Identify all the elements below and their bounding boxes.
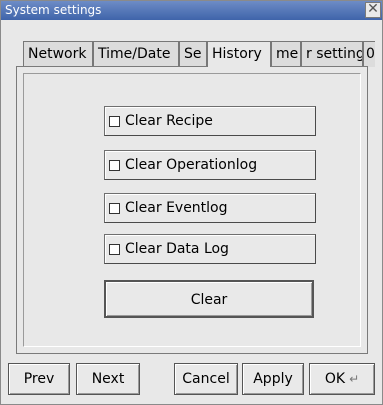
tab-0[interactable]: 0 (363, 41, 375, 67)
clear-recipe-checkbox[interactable]: Clear Recipe (104, 106, 316, 136)
checkbox-box[interactable] (109, 244, 120, 255)
tab-network[interactable]: Network (23, 41, 93, 67)
clear-operationlog-checkbox[interactable]: Clear Operationlog (104, 150, 316, 180)
checkbox-label: Clear Operationlog (125, 157, 258, 173)
tab-time-date[interactable]: Time/Date (93, 41, 179, 67)
apply-button[interactable]: Apply (242, 363, 304, 395)
prev-button[interactable]: Prev (8, 363, 70, 395)
tab-se[interactable]: Se (179, 41, 207, 67)
close-icon[interactable]: ✕ (365, 2, 381, 18)
history-panel: Clear Recipe Clear Operationlog Clear Ev… (16, 66, 368, 354)
window-title: System settings (5, 3, 102, 17)
checkbox-label: Clear Recipe (125, 113, 213, 129)
tab-bar: Network Time/Date Se History me r settin… (23, 41, 375, 67)
clear-datalog-checkbox[interactable]: Clear Data Log (104, 234, 316, 264)
tab-history[interactable]: History (207, 41, 271, 67)
clear-eventlog-checkbox[interactable]: Clear Eventlog (104, 193, 316, 223)
tab-r-setting[interactable]: r setting (301, 41, 363, 67)
ok-label: OK (324, 371, 346, 387)
checkbox-label: Clear Eventlog (125, 200, 228, 216)
ok-button[interactable]: OK ↵ (309, 363, 375, 395)
history-group: Clear Recipe Clear Operationlog Clear Ev… (23, 73, 361, 347)
title-bar: System settings ✕ (1, 1, 382, 20)
next-button[interactable]: Next (76, 363, 140, 395)
enter-icon: ↵ (349, 372, 360, 386)
checkbox-label: Clear Data Log (125, 241, 229, 257)
checkbox-box[interactable] (109, 160, 120, 171)
cancel-button[interactable]: Cancel (174, 363, 238, 395)
clear-button[interactable]: Clear (104, 280, 314, 318)
system-settings-window: System settings ✕ Network Time/Date Se H… (0, 0, 383, 405)
tab-me[interactable]: me (271, 41, 301, 67)
checkbox-box[interactable] (109, 116, 120, 127)
checkbox-box[interactable] (109, 203, 120, 214)
